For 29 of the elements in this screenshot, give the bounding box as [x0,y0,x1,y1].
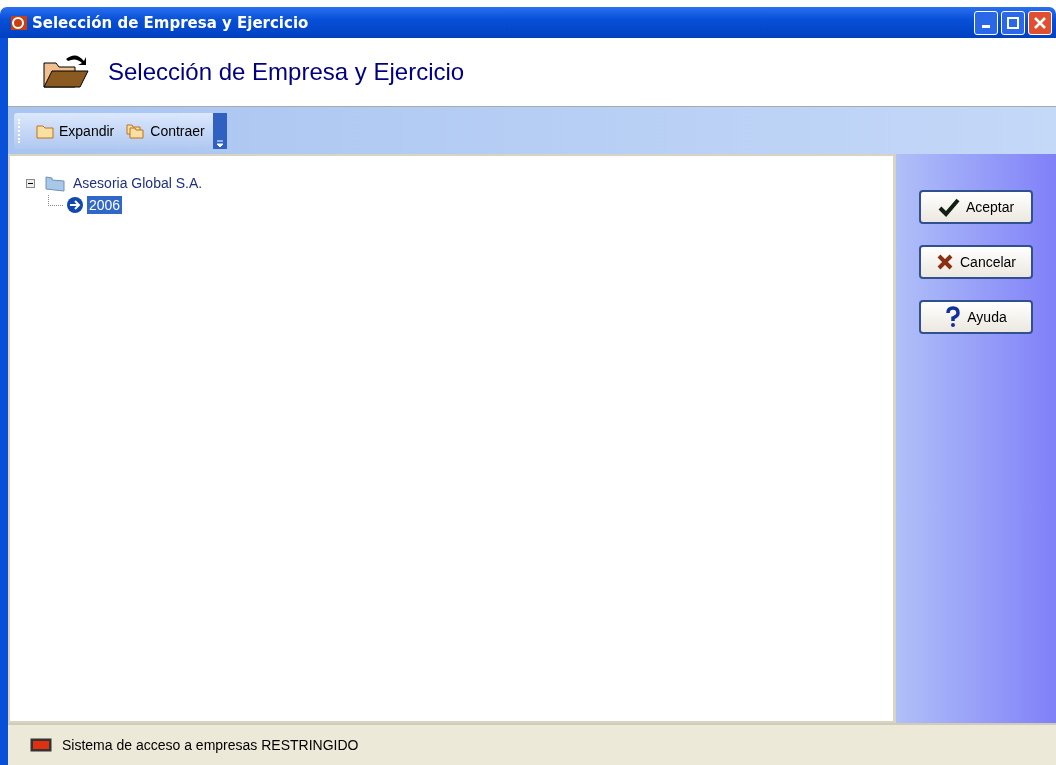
stacked-folders-icon [126,122,147,139]
expand-button[interactable]: Expandir [31,120,119,141]
maximize-icon [1007,16,1019,29]
app-icon [10,13,28,32]
open-folder-icon [40,53,90,91]
tree-item[interactable]: Asesoria Global S.A. [71,174,205,192]
collapse-button[interactable]: Contraer [122,120,209,141]
folder-icon [35,122,55,139]
minimize-icon [982,25,990,28]
arrow-right-icon [66,196,84,214]
help-icon [945,306,962,328]
maximize-button[interactable] [1001,10,1025,35]
close-icon [1034,16,1046,29]
window-title: Selección de Empresa y Ejercicio [32,13,310,32]
help-button[interactable]: Ayuda [919,300,1033,334]
folder-icon [44,174,66,192]
tree-item[interactable]: 2006 [87,196,123,214]
status-text: Sistema de acceso a empresas RESTRINGIDO [62,737,359,753]
close-button[interactable] [1028,10,1052,35]
minimize-button[interactable] [974,10,998,35]
dialog-heading: Selección de Empresa y Ejercicio [108,58,465,86]
collapse-toggle-icon[interactable] [26,178,35,188]
checkmark-icon [937,197,960,217]
toolbar-overflow-button[interactable] [212,112,227,149]
cancel-button[interactable]: Cancelar [919,245,1033,279]
chevron-down-icon [215,138,224,147]
cross-icon [936,253,954,271]
accept-button[interactable]: Aceptar [919,190,1033,224]
status-indicator-icon [30,738,52,752]
